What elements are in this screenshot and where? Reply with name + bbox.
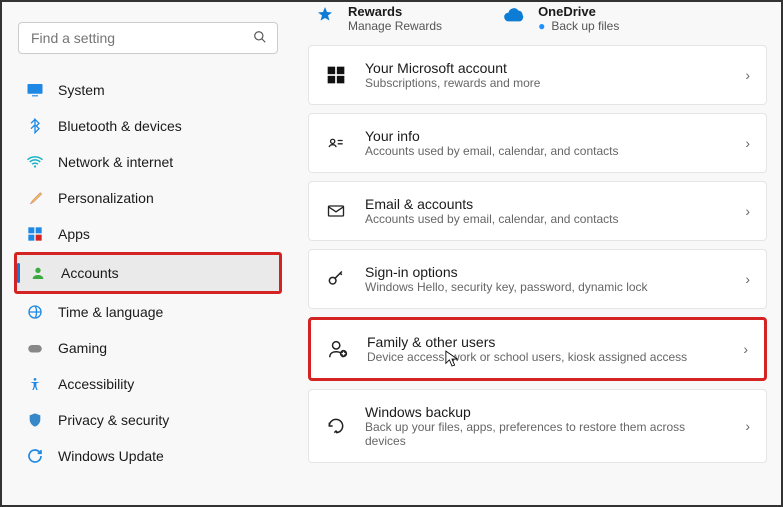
update-icon bbox=[26, 447, 44, 465]
top-summary-row: Rewards Manage Rewards OneDrive ●Back up… bbox=[308, 2, 767, 45]
card-sub: Accounts used by email, calendar, and co… bbox=[365, 212, 727, 226]
card-title: Your Microsoft account bbox=[365, 60, 727, 76]
sidebar-item-accessibility[interactable]: Accessibility bbox=[14, 366, 282, 402]
search-input[interactable] bbox=[29, 29, 253, 47]
rewards-tile[interactable]: Rewards Manage Rewards bbox=[312, 4, 442, 33]
sidebar-item-bluetooth[interactable]: Bluetooth & devices bbox=[14, 108, 282, 144]
sidebar-item-label: Gaming bbox=[58, 340, 107, 356]
card-your-info[interactable]: Your info Accounts used by email, calend… bbox=[308, 113, 767, 173]
sidebar-item-accounts[interactable]: Accounts bbox=[14, 252, 282, 294]
onedrive-title: OneDrive bbox=[538, 4, 619, 19]
sidebar-item-label: Network & internet bbox=[58, 154, 173, 170]
wifi-icon bbox=[26, 153, 44, 171]
card-microsoft-account[interactable]: Your Microsoft account Subscriptions, re… bbox=[308, 45, 767, 105]
card-title: Sign-in options bbox=[365, 264, 727, 280]
card-sub: Accounts used by email, calendar, and co… bbox=[365, 144, 727, 158]
backup-icon bbox=[325, 416, 347, 436]
main-panel: Rewards Manage Rewards OneDrive ●Back up… bbox=[294, 2, 781, 505]
person-plus-icon bbox=[327, 338, 349, 360]
apps-icon bbox=[26, 225, 44, 243]
chevron-right-icon: › bbox=[745, 271, 750, 287]
onedrive-icon bbox=[502, 4, 528, 30]
rewards-title: Rewards bbox=[348, 4, 442, 19]
card-title: Email & accounts bbox=[365, 196, 727, 212]
chevron-right-icon: › bbox=[745, 135, 750, 151]
sidebar-item-label: Personalization bbox=[58, 190, 154, 206]
rewards-sub: Manage Rewards bbox=[348, 19, 442, 33]
card-email-accounts[interactable]: Email & accounts Accounts used by email,… bbox=[308, 181, 767, 241]
sidebar-item-privacy[interactable]: Privacy & security bbox=[14, 402, 282, 438]
sidebar-item-label: Accessibility bbox=[58, 376, 134, 392]
card-sub: Windows Hello, security key, password, d… bbox=[365, 280, 727, 294]
onedrive-sub: ●Back up files bbox=[538, 19, 619, 33]
search-icon bbox=[253, 30, 267, 47]
card-title: Windows backup bbox=[365, 404, 727, 420]
shield-icon bbox=[26, 411, 44, 429]
brush-icon bbox=[26, 189, 44, 207]
envelope-icon bbox=[325, 201, 347, 221]
card-title: Family & other users bbox=[367, 334, 725, 350]
card-title: Your info bbox=[365, 128, 727, 144]
card-signin-options[interactable]: Sign-in options Windows Hello, security … bbox=[308, 249, 767, 309]
sidebar-item-label: System bbox=[58, 82, 105, 98]
card-windows-backup[interactable]: Windows backup Back up your files, apps,… bbox=[308, 389, 767, 463]
sidebar-item-personalization[interactable]: Personalization bbox=[14, 180, 282, 216]
key-icon bbox=[325, 269, 347, 289]
sidebar-item-label: Accounts bbox=[61, 265, 119, 281]
windows-icon bbox=[325, 65, 347, 85]
sidebar-item-system[interactable]: System bbox=[14, 72, 282, 108]
sidebar-item-label: Bluetooth & devices bbox=[58, 118, 182, 134]
sidebar-item-label: Apps bbox=[58, 226, 90, 242]
search-box[interactable] bbox=[18, 22, 278, 54]
gamepad-icon bbox=[26, 339, 44, 357]
accessibility-icon bbox=[26, 375, 44, 393]
card-family-other-users[interactable]: Family & other users Device access, work… bbox=[308, 317, 767, 381]
sidebar-item-time[interactable]: Time & language bbox=[14, 294, 282, 330]
id-card-icon bbox=[325, 133, 347, 153]
card-sub: Back up your files, apps, preferences to… bbox=[365, 420, 727, 448]
person-icon bbox=[29, 264, 47, 282]
sidebar-item-label: Privacy & security bbox=[58, 412, 169, 428]
chevron-right-icon: › bbox=[745, 203, 750, 219]
sidebar-item-gaming[interactable]: Gaming bbox=[14, 330, 282, 366]
sidebar: System Bluetooth & devices Network & int… bbox=[2, 2, 294, 505]
sidebar-item-label: Windows Update bbox=[58, 448, 164, 464]
card-sub: Device access, work or school users, kio… bbox=[367, 350, 725, 364]
monitor-icon bbox=[26, 81, 44, 99]
globe-clock-icon bbox=[26, 303, 44, 321]
chevron-right-icon: › bbox=[745, 418, 750, 434]
chevron-right-icon: › bbox=[745, 67, 750, 83]
sidebar-item-network[interactable]: Network & internet bbox=[14, 144, 282, 180]
sidebar-item-label: Time & language bbox=[58, 304, 163, 320]
sidebar-item-update[interactable]: Windows Update bbox=[14, 438, 282, 474]
bluetooth-icon bbox=[26, 117, 44, 135]
sidebar-item-apps[interactable]: Apps bbox=[14, 216, 282, 252]
rewards-icon bbox=[312, 4, 338, 30]
card-sub: Subscriptions, rewards and more bbox=[365, 76, 727, 90]
chevron-right-icon: › bbox=[743, 341, 748, 357]
onedrive-tile[interactable]: OneDrive ●Back up files bbox=[502, 4, 619, 33]
